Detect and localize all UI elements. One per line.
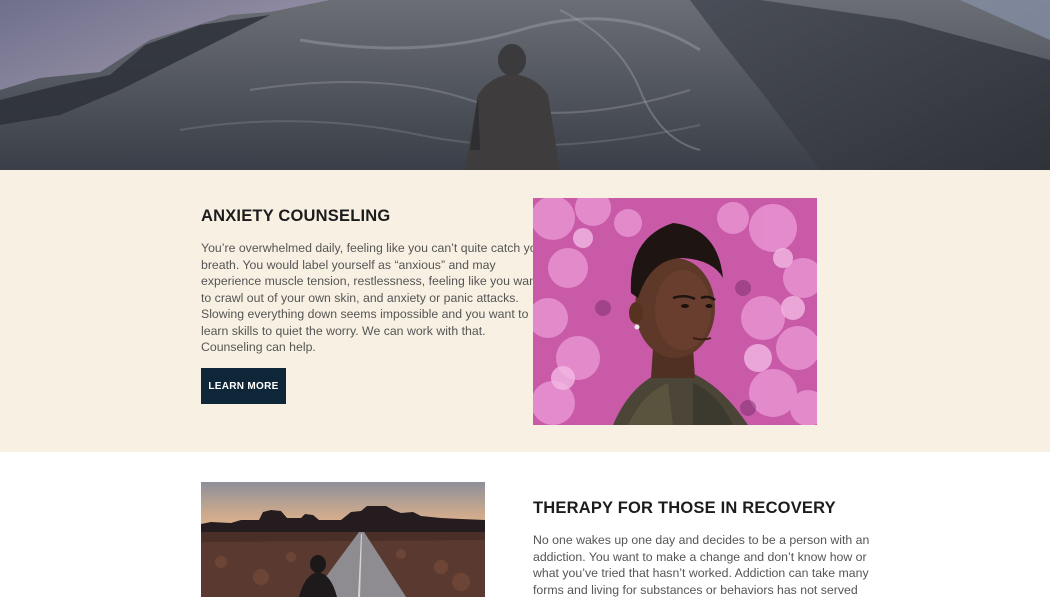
- recovery-body-line: No one wakes up one day and decides to b…: [533, 533, 870, 547]
- man-in-flowers-photo: [533, 198, 817, 425]
- anxiety-body: You’re overwhelmed daily, feeling like y…: [201, 240, 548, 356]
- anxiety-body-line: learn skills to quiet the worry. We can …: [201, 323, 486, 338]
- anxiety-title: ANXIETY COUNSELING: [201, 207, 391, 225]
- anxiety-body-line: breath. You would label yourself as “anx…: [201, 257, 496, 272]
- anxiety-body-line: to crawl out of your own skin, and anxie…: [201, 290, 519, 305]
- recovery-body-line: what you’ve tried that hasn’t worked. Ad…: [533, 566, 869, 580]
- learn-more-button[interactable]: LEARN MORE: [201, 368, 286, 404]
- recovery-body-line: addiction. You want to make a change and…: [533, 549, 867, 564]
- anxiety-body-line: Counseling can help.: [201, 340, 316, 354]
- anxiety-body-line: experience muscle tension, restlessness,…: [201, 274, 540, 288]
- hero-image: [0, 0, 1050, 170]
- recovery-body: No one wakes up one day and decides to b…: [533, 532, 870, 597]
- anxiety-body-line: You’re overwhelmed daily, feeling like y…: [201, 241, 548, 255]
- recovery-section: [0, 452, 1050, 597]
- anxiety-body-line: Slowing everything down seems impossible…: [201, 307, 529, 321]
- recovery-body-line: forms and living for substances or behav…: [533, 582, 858, 597]
- desert-road-photo: [201, 482, 485, 597]
- recovery-title: THERAPY FOR THOSE IN RECOVERY: [533, 499, 836, 517]
